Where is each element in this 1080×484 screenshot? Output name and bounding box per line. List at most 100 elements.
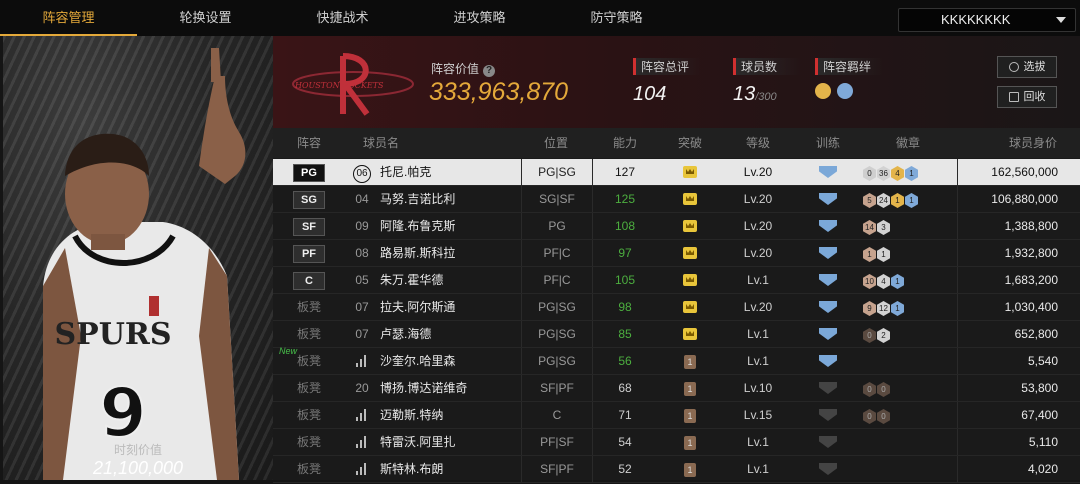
- player-badges[interactable]: 9 12 1: [863, 294, 953, 320]
- tab-offense[interactable]: 进攻策略: [411, 0, 548, 34]
- badge-icon: 14: [863, 220, 876, 235]
- col-training[interactable]: 训练: [803, 128, 853, 158]
- training-icon: [819, 382, 837, 394]
- table-row[interactable]: SF 09 阿隆.布鲁克斯 PG 108 Lv.20 14 3 1,388,800: [273, 213, 1080, 240]
- jersey-text: SPURS: [55, 317, 172, 352]
- training[interactable]: [803, 267, 853, 293]
- player-value: 4,020: [957, 456, 1058, 482]
- recycle-button[interactable]: 回收: [997, 86, 1057, 108]
- breakthrough[interactable]: 1: [668, 348, 712, 374]
- player-badges[interactable]: [863, 456, 953, 482]
- player-card[interactable]: SPURS 9 时刻价值 21,100,000: [3, 36, 273, 480]
- table-row[interactable]: 板凳 特雷沃.阿里扎 PF|SF 54 1 Lv.1 5,110: [273, 429, 1080, 456]
- breakthrough[interactable]: [668, 213, 712, 239]
- player-badges[interactable]: 0 36 4 1: [863, 159, 953, 185]
- col-breakthrough[interactable]: 突破: [668, 128, 712, 158]
- breakthrough[interactable]: [668, 240, 712, 266]
- player-portrait: SPURS 9: [43, 48, 246, 480]
- table-row[interactable]: 板凳 07 卢瑟.海德 PG|SG 85 Lv.1 0 2 652,800: [273, 321, 1080, 348]
- breakthrough[interactable]: [668, 267, 712, 293]
- player-badges[interactable]: 02: [863, 321, 953, 347]
- player-badges[interactable]: 11: [863, 240, 953, 266]
- lineup-slot: SG: [293, 186, 325, 212]
- badge-icon: 10: [863, 274, 876, 289]
- position-tag: PG: [293, 164, 325, 182]
- col-level[interactable]: 等级: [718, 128, 798, 158]
- player-ability: 97: [618, 246, 632, 260]
- breakthrough[interactable]: 1: [668, 456, 712, 482]
- player-badges[interactable]: 00: [863, 375, 953, 401]
- training[interactable]: [803, 375, 853, 401]
- table-row[interactable]: C 05 朱万.霍华德 PF|C 105 Lv.1 10 4 1 1,683,200: [273, 267, 1080, 294]
- table-row[interactable]: SG 04 马努.吉诺比利 SG|SF 125 Lv.20 5 24 1 1 106,880,000: [273, 186, 1080, 213]
- table-row[interactable]: 板凳 20 博扬.博达诺维奇 SF|PF 68 1 Lv.10 0 0 53,800: [273, 375, 1080, 402]
- training[interactable]: [803, 348, 853, 374]
- breakthrough[interactable]: 1: [668, 429, 712, 455]
- player-ability: 85: [618, 327, 632, 341]
- training[interactable]: [803, 240, 853, 266]
- jersey-number: 06: [351, 159, 373, 185]
- player-count-stat: 球员数 13/300: [733, 58, 801, 106]
- player-badges[interactable]: 10 4 1: [863, 267, 953, 293]
- player-badges[interactable]: [863, 429, 953, 455]
- tab-defense[interactable]: 防守策略: [548, 0, 685, 34]
- training[interactable]: [803, 294, 853, 320]
- breakthrough[interactable]: [668, 186, 712, 212]
- player-name: 特雷沃.阿里扎: [380, 435, 456, 449]
- player-level: Lv.1: [747, 435, 769, 449]
- training[interactable]: [803, 402, 853, 428]
- table-row[interactable]: 板凳 斯特林.布朗 SF|PF 52 1 Lv.1 4,020: [273, 456, 1080, 483]
- col-badges[interactable]: 徽章: [873, 128, 943, 158]
- badge-icon: 36: [877, 166, 890, 181]
- bench-slot: 板凳: [296, 327, 321, 341]
- player-badges[interactable]: 5 24 1 1: [863, 186, 953, 212]
- help-icon[interactable]: ?: [483, 65, 496, 77]
- col-position[interactable]: 位置: [521, 128, 591, 158]
- select-button[interactable]: 选拔: [997, 56, 1057, 78]
- breakthrough[interactable]: [668, 159, 712, 185]
- table-row[interactable]: PG 06 托尼.帕克 PG|SG 127 Lv.20 0 36 4 1 162,560,000: [273, 159, 1080, 186]
- jersey-number: 20: [355, 381, 369, 395]
- lineup-slot: C: [293, 267, 325, 293]
- tab-rotation[interactable]: 轮换设置: [137, 0, 274, 34]
- breakthrough-tag: 1: [684, 463, 696, 477]
- training[interactable]: [803, 429, 853, 455]
- breakthrough[interactable]: 1: [668, 402, 712, 428]
- breakthrough[interactable]: 1: [668, 375, 712, 401]
- bond-blue-icon[interactable]: [837, 83, 854, 99]
- tab-lineup[interactable]: 阵容管理: [0, 0, 137, 36]
- table-row[interactable]: 板凳 New 沙奎尔.哈里森 PG|SG 56 1 Lv.1 5,540: [273, 346, 1080, 375]
- badge-icon: 1: [905, 193, 918, 208]
- table-row[interactable]: 板凳 迈勒斯.特纳 C 71 1 Lv.15 0 0 67,400: [273, 402, 1080, 429]
- signal-bars-icon: [351, 348, 373, 374]
- breakthrough[interactable]: [668, 294, 712, 320]
- crown-icon: [683, 328, 697, 340]
- col-ability[interactable]: 能力: [593, 128, 657, 158]
- crown-icon: [683, 193, 697, 205]
- player-level: Lv.20: [743, 165, 773, 179]
- player-badges[interactable]: 00: [863, 402, 953, 428]
- training[interactable]: [803, 321, 853, 347]
- badge-icon: 3: [877, 220, 890, 235]
- recycle-icon: [1008, 92, 1019, 103]
- breakthrough[interactable]: [668, 321, 712, 347]
- player-badges[interactable]: 14 3: [863, 213, 953, 239]
- training[interactable]: [803, 159, 853, 185]
- col-name[interactable]: 球员名: [351, 128, 411, 158]
- player-badges[interactable]: [863, 348, 953, 374]
- player-position: PF|C: [521, 240, 593, 266]
- lineup-slot: SF: [293, 213, 325, 239]
- account-dropdown[interactable]: KKKKKKKK: [898, 8, 1076, 32]
- bond-gold-icon[interactable]: [815, 83, 831, 99]
- tab-quick-tactics[interactable]: 快捷战术: [274, 0, 411, 34]
- new-badge: New: [279, 346, 298, 356]
- table-row[interactable]: PF 08 路易斯.斯科拉 PF|C 97 Lv.20 1 1 1,932,800: [273, 240, 1080, 267]
- breakthrough-tag: 1: [684, 436, 696, 450]
- training[interactable]: [803, 213, 853, 239]
- training[interactable]: [803, 186, 853, 212]
- table-row[interactable]: 板凳 07 拉夫.阿尔斯通 PG|SG 98 Lv.20 9 12 1 1,030,400: [273, 294, 1080, 321]
- col-value[interactable]: 球员身价: [973, 128, 1057, 158]
- jersey-number: 07: [355, 327, 369, 341]
- col-lineup[interactable]: 阵容: [293, 128, 325, 158]
- training[interactable]: [803, 456, 853, 482]
